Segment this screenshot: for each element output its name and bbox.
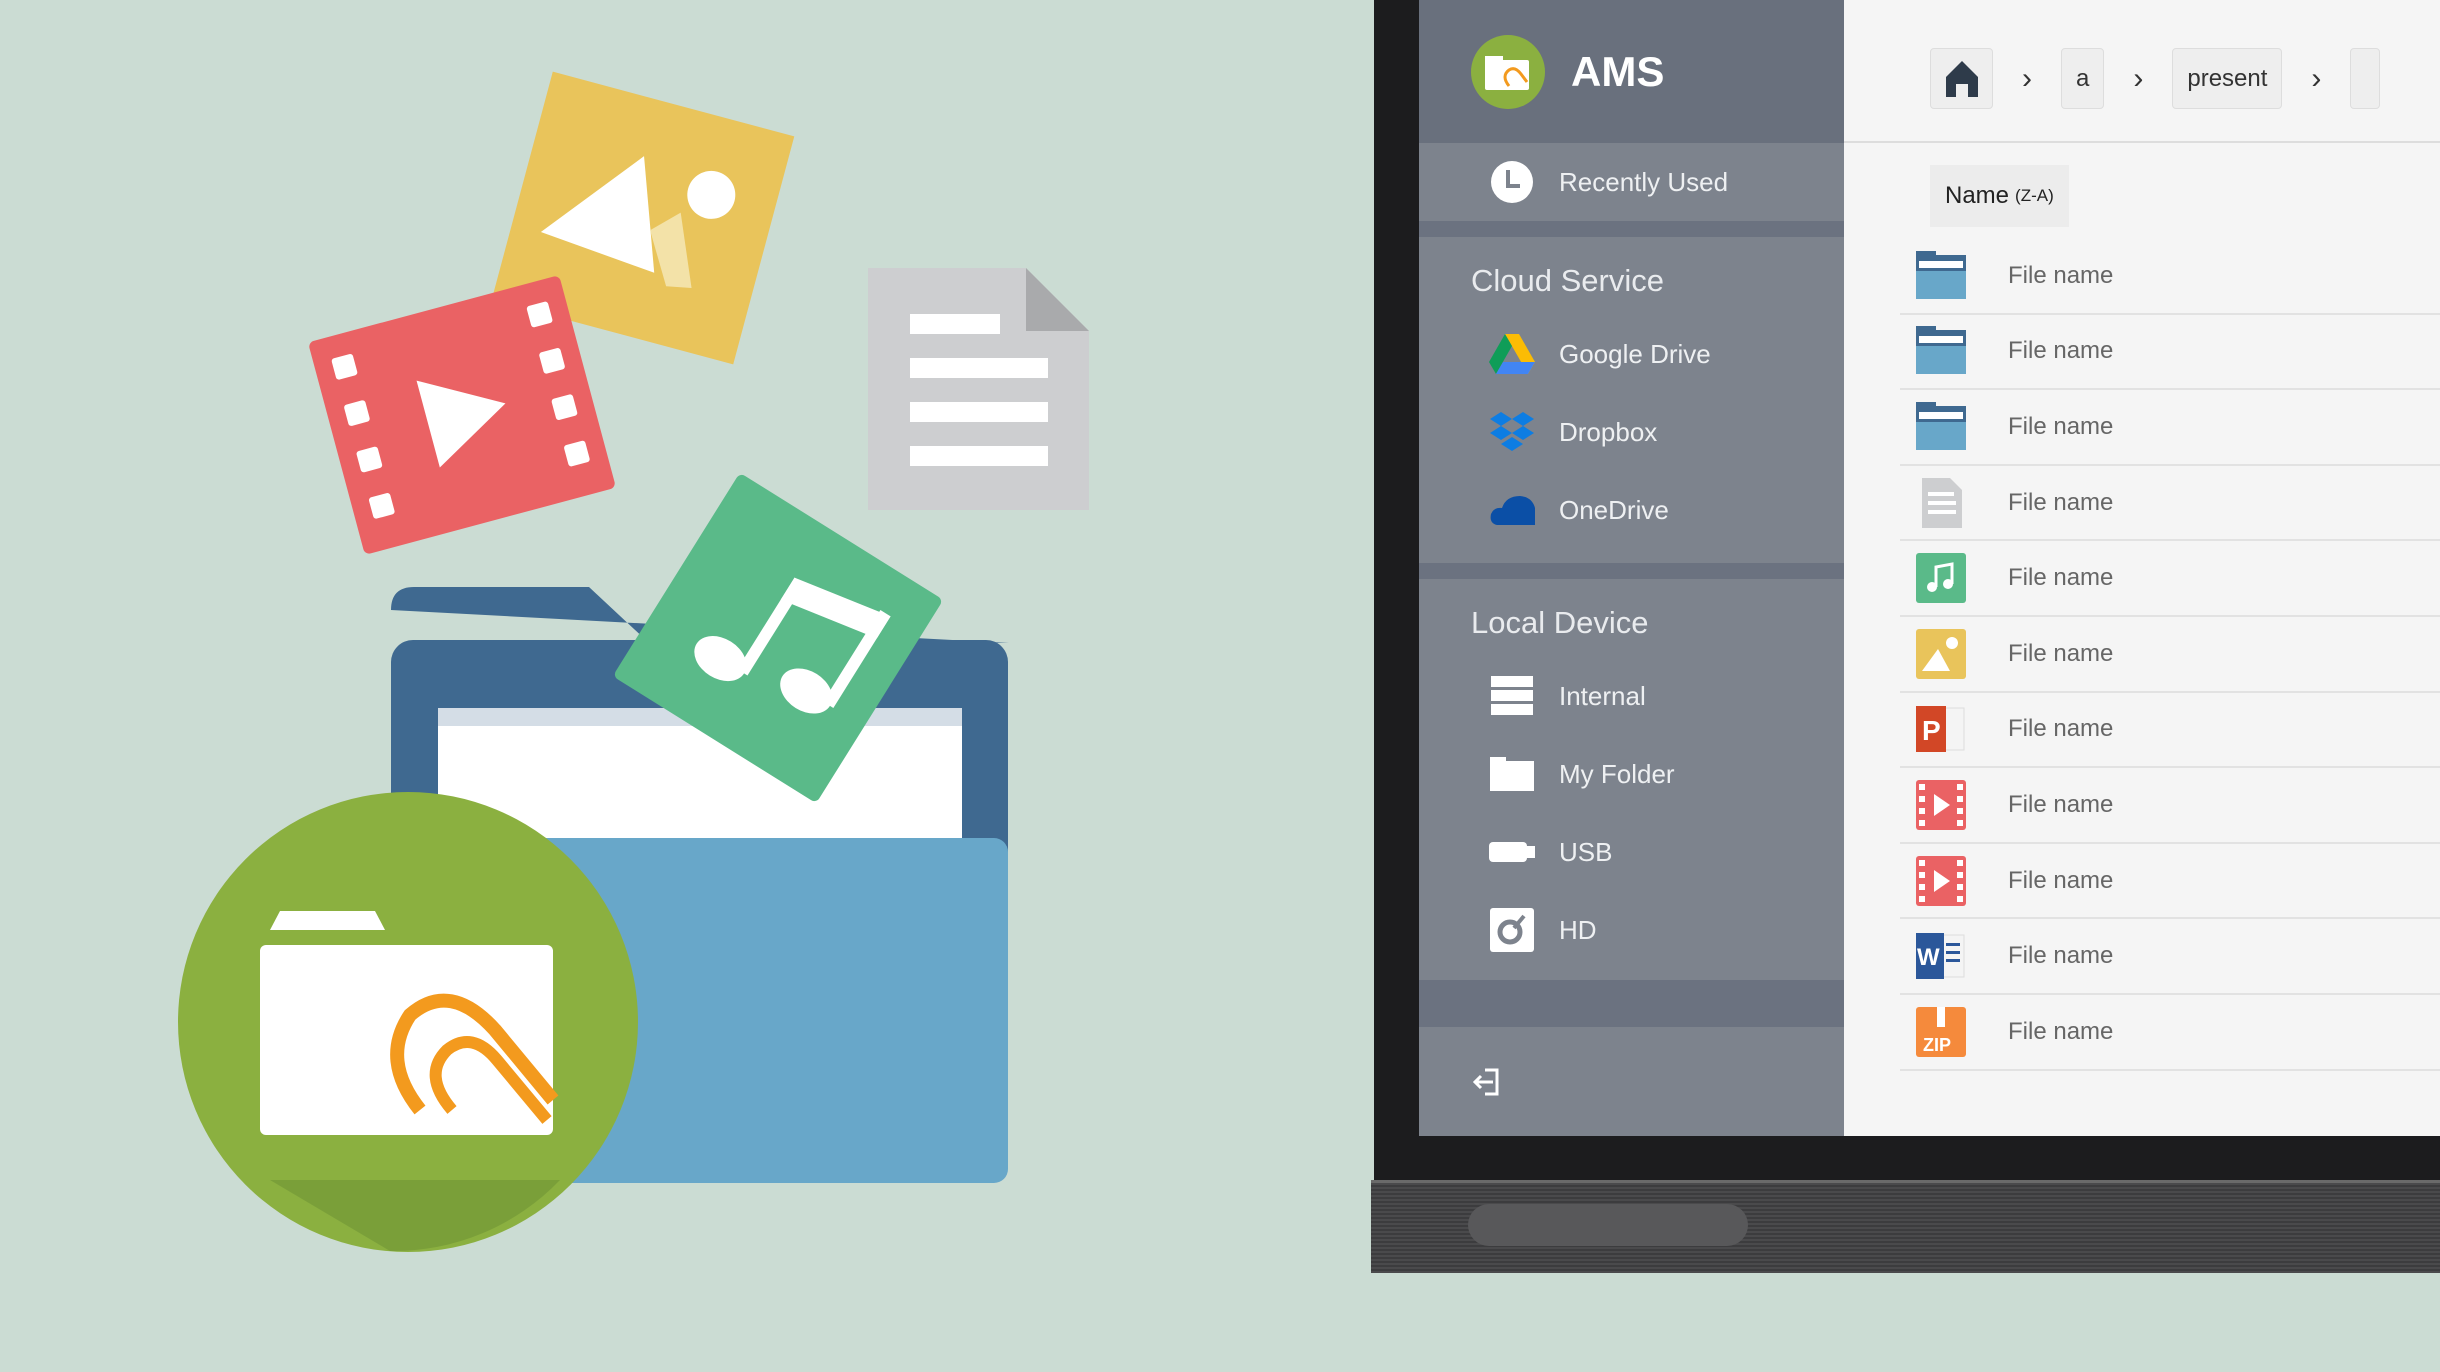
- sidebar-item-google-drive[interactable]: Google Drive: [1419, 315, 1844, 393]
- breadcrumb-item[interactable]: a: [2061, 48, 2105, 109]
- ams-logo-illustration: [178, 792, 638, 1252]
- breadcrumb-item[interactable]: present: [2172, 48, 2283, 109]
- home-icon: [1945, 60, 1978, 97]
- file-name: File name: [2008, 866, 2114, 894]
- powerpoint-file-icon: P: [1916, 704, 1966, 754]
- file-name: File name: [2008, 564, 2114, 592]
- folder-file-icon: [1916, 250, 1966, 301]
- section-heading: Cloud Service: [1471, 263, 1664, 298]
- sidebar-item-label: Recently Used: [1559, 166, 1729, 197]
- app-header: AMS: [1419, 0, 1844, 143]
- file-name: File name: [2008, 337, 2114, 365]
- sidebar-item-my-folder[interactable]: My Folder: [1419, 735, 1844, 813]
- sidebar-item-internal[interactable]: Internal: [1419, 657, 1844, 735]
- onedrive-icon: [1489, 487, 1535, 533]
- cloud-service-section: Cloud Service Google Drive Dropbox OneDr…: [1419, 237, 1844, 563]
- sort-order: (Z-A): [2015, 186, 2054, 205]
- sidebar-item-label: USB: [1559, 836, 1613, 867]
- svg-text:ZIP: ZIP: [1923, 1035, 1951, 1055]
- folder-clip-logo-icon: [1485, 55, 1529, 90]
- file-name: File name: [2008, 412, 2114, 440]
- file-row[interactable]: File name: [1900, 768, 2440, 844]
- word-file-icon: W: [1916, 931, 1966, 981]
- image-file-icon: [1916, 628, 1966, 679]
- sidebar: AMS Recently Used Cloud Service Google D…: [1419, 0, 1844, 1136]
- file-name: File name: [2008, 261, 2114, 289]
- sidebar-footer: [1419, 1027, 1844, 1136]
- dropbox-icon: [1489, 409, 1535, 455]
- clock-icon: [1489, 159, 1535, 205]
- sidebar-item-usb[interactable]: USB: [1419, 813, 1844, 891]
- sidebar-item-hd[interactable]: HD: [1419, 891, 1844, 969]
- file-browser: › a › present › Name (Z-A) File name File …: [1844, 0, 2440, 1136]
- sidebar-item-dropbox[interactable]: Dropbox: [1419, 393, 1844, 471]
- hard-disk-icon: [1489, 907, 1535, 953]
- sidebar-item-recently-used[interactable]: Recently Used: [1419, 143, 1844, 221]
- zip-file-icon: ZIP: [1916, 1006, 1966, 1057]
- file-row[interactable]: File name: [1900, 844, 2440, 920]
- app-title: AMS: [1571, 47, 1665, 95]
- folder-file-icon: [1916, 401, 1966, 452]
- exit-icon[interactable]: [1471, 1067, 1501, 1102]
- video-file-icon: [309, 276, 615, 554]
- sidebar-item-label: OneDrive: [1559, 494, 1669, 525]
- breadcrumb-item-overflow[interactable]: [2350, 48, 2381, 109]
- storage-icon: [1489, 673, 1535, 719]
- chevron-right-icon: ›: [2133, 61, 2144, 95]
- file-name: File name: [2008, 639, 2114, 667]
- svg-text:P: P: [1922, 715, 1941, 746]
- google-drive-icon: [1489, 331, 1535, 377]
- file-list: File name File name File name File name File…: [1900, 239, 2440, 1071]
- sort-label: Name: [1945, 182, 2010, 209]
- breadcrumb: › a › present ›: [1930, 48, 2381, 109]
- file-name: File name: [2008, 1017, 2114, 1045]
- sidebar-item-label: Internal: [1559, 680, 1646, 711]
- chevron-right-icon: ›: [2022, 61, 2032, 95]
- file-row[interactable]: File name: [1900, 617, 2440, 693]
- file-row[interactable]: File name: [1900, 390, 2440, 466]
- local-device-section: Local Device Internal My Folder USB HD: [1419, 579, 1844, 980]
- file-name: File name: [2008, 488, 2114, 516]
- usb-icon: [1489, 829, 1535, 875]
- file-row[interactable]: W File name: [1900, 919, 2440, 995]
- sidebar-item-label: HD: [1559, 914, 1597, 945]
- ams-logo: [1471, 34, 1545, 109]
- sidebar-item-label: My Folder: [1559, 758, 1675, 789]
- section-heading: Local Device: [1471, 605, 1649, 640]
- file-name: File name: [2008, 942, 2114, 970]
- video-file-icon: [1916, 779, 1966, 830]
- chevron-right-icon: ›: [2311, 61, 2322, 95]
- file-types-illustration: [178, 71, 1089, 1252]
- sidebar-item-label: Google Drive: [1559, 338, 1711, 369]
- sidebar-item-label: Dropbox: [1559, 416, 1658, 447]
- folder-file-icon: [1916, 326, 1966, 376]
- svg-text:W: W: [1917, 944, 1940, 971]
- file-row[interactable]: File name: [1900, 239, 2440, 315]
- file-row[interactable]: ZIP File name: [1900, 995, 2440, 1071]
- home-button[interactable]: [1930, 48, 1993, 109]
- file-row[interactable]: File name: [1900, 466, 2440, 542]
- audio-file-icon: [1916, 553, 1966, 604]
- folder-icon: [1489, 751, 1535, 797]
- sidebar-item-onedrive[interactable]: OneDrive: [1419, 471, 1844, 549]
- front-ports-panel: [1468, 1204, 1748, 1246]
- video-file-icon: [1916, 855, 1966, 906]
- divider: [1844, 141, 2440, 143]
- ams-app-screen: AMS Recently Used Cloud Service Google D…: [1419, 0, 2440, 1136]
- file-row[interactable]: File name: [1900, 315, 2440, 391]
- document-file-icon: [868, 268, 1089, 510]
- file-name: File name: [2008, 790, 2114, 818]
- document-file-icon: [1916, 477, 1966, 528]
- sort-name-button[interactable]: Name (Z-A): [1930, 165, 2069, 227]
- file-row[interactable]: File name: [1900, 541, 2440, 617]
- file-name: File name: [2008, 715, 2114, 743]
- file-row[interactable]: P File name: [1900, 693, 2440, 769]
